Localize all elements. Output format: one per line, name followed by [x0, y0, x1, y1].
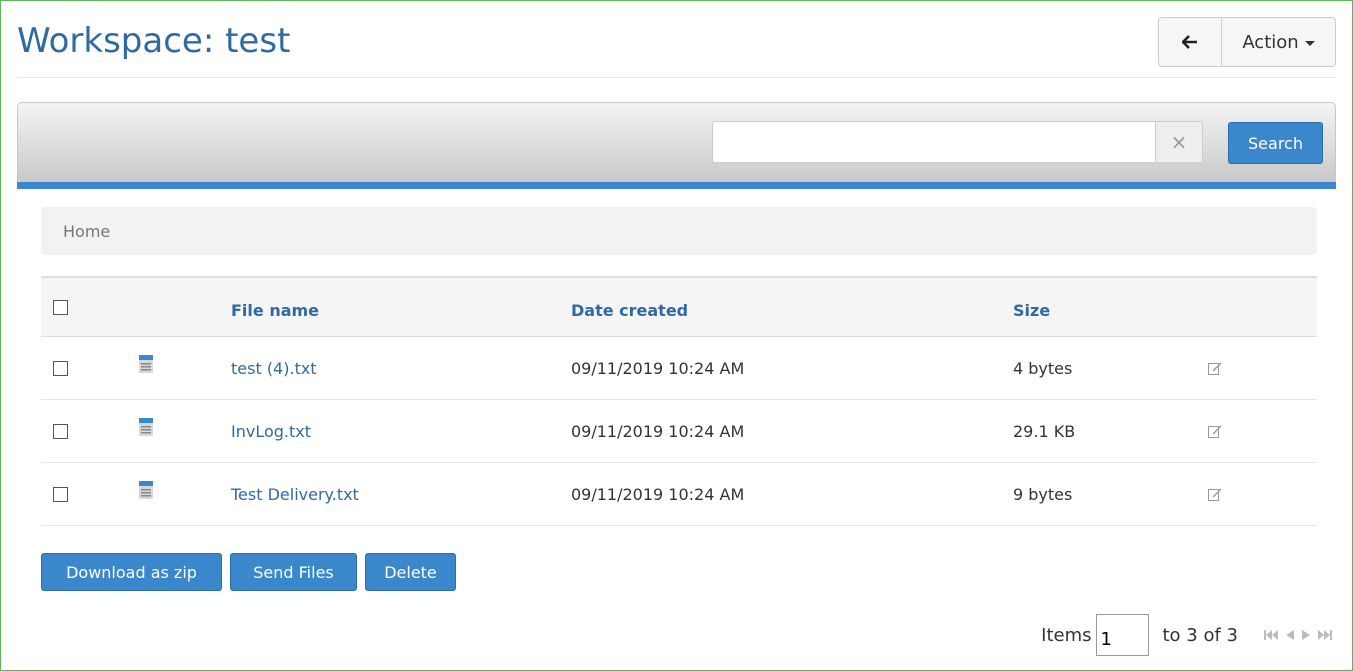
table-header: File name Date created Size	[41, 278, 1317, 337]
title-divider	[17, 77, 1336, 78]
search-button[interactable]: Search	[1228, 122, 1323, 164]
file-icon	[139, 418, 153, 436]
caret-down-icon	[1304, 40, 1315, 46]
workspace-page: Workspace: test Action × Search Home Fil…	[0, 0, 1353, 671]
breadcrumb-home[interactable]: Home	[63, 222, 110, 241]
edit-icon[interactable]	[1208, 361, 1222, 375]
date-created-cell: 09/11/2019 10:24 AM	[571, 484, 745, 504]
date-created-cell: 09/11/2019 10:24 AM	[571, 421, 745, 441]
first-page-icon[interactable]	[1264, 630, 1278, 640]
prev-page-icon[interactable]	[1286, 630, 1294, 640]
row-checkbox[interactable]	[53, 423, 68, 439]
last-page-icon[interactable]	[1318, 630, 1332, 640]
send-files-button[interactable]: Send Files	[230, 553, 357, 591]
pager: Items to 3 of 3	[1041, 613, 1332, 657]
page-title: Workspace: test	[17, 21, 291, 61]
column-header-file-name[interactable]: File name	[231, 281, 319, 339]
delete-button[interactable]: Delete	[365, 553, 456, 591]
size-cell: 9 bytes	[1013, 484, 1073, 504]
pager-items-label: Items	[1041, 624, 1092, 646]
page-number-input[interactable]	[1095, 614, 1149, 656]
row-checkbox[interactable]	[53, 486, 68, 502]
file-name-link[interactable]: InvLog.txt	[231, 400, 311, 462]
breadcrumb: Home	[41, 207, 1317, 255]
arrow-left-icon	[1182, 35, 1197, 49]
size-cell: 29.1 KB	[1013, 421, 1076, 441]
table-row: InvLog.txt 09/11/2019 10:24 AM 29.1 KB	[41, 400, 1317, 463]
file-icon	[139, 355, 153, 373]
edit-icon[interactable]	[1208, 424, 1222, 438]
size-cell: 4 bytes	[1013, 358, 1073, 378]
next-page-icon[interactable]	[1302, 630, 1310, 640]
pager-nav	[1264, 630, 1332, 640]
back-button[interactable]	[1158, 17, 1222, 67]
edit-icon[interactable]	[1208, 487, 1222, 501]
select-all-checkbox[interactable]	[53, 299, 68, 315]
action-label: Action	[1242, 31, 1299, 53]
action-dropdown-button[interactable]: Action	[1222, 17, 1336, 67]
table-row: test (4).txt 09/11/2019 10:24 AM 4 bytes	[41, 337, 1317, 400]
column-header-date-created[interactable]: Date created	[571, 281, 688, 339]
row-checkbox[interactable]	[53, 360, 68, 376]
date-created-cell: 09/11/2019 10:24 AM	[571, 358, 745, 378]
table-row: Test Delivery.txt 09/11/2019 10:24 AM 9 …	[41, 463, 1317, 526]
header-button-group: Action	[1158, 17, 1336, 67]
download-zip-button[interactable]: Download as zip	[41, 553, 222, 591]
search-input[interactable]	[712, 121, 1155, 163]
file-icon	[139, 481, 153, 499]
clear-search-button[interactable]: ×	[1155, 121, 1203, 163]
column-header-size[interactable]: Size	[1013, 281, 1050, 339]
file-name-link[interactable]: test (4).txt	[231, 337, 317, 399]
file-name-link[interactable]: Test Delivery.txt	[231, 463, 359, 525]
close-icon: ×	[1170, 130, 1188, 154]
pager-range-label: to 3 of 3	[1162, 624, 1239, 646]
toolbar-accent-bar	[17, 182, 1336, 189]
